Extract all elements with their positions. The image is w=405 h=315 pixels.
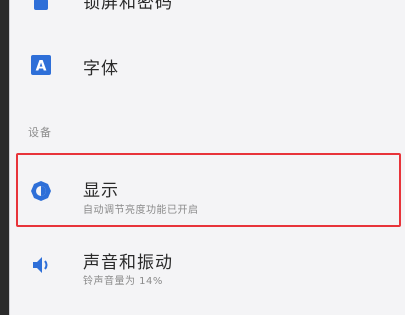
settings-item-label: 锁屏和密码 — [83, 0, 173, 13]
settings-item-subtitle: 自动调节亮度功能已开启 — [83, 205, 199, 216]
brightness-icon — [28, 178, 54, 204]
settings-item-subtitle: 铃声音量为 14% — [83, 276, 163, 287]
svg-text:A: A — [36, 59, 47, 75]
settings-item-display[interactable]: 显示 自动调节亮度功能已开启 — [10, 160, 405, 220]
settings-screen: 锁屏和密码 A 字体 设备 显示 自动调节亮度功能已开启 声音和振动 铃声音量为… — [9, 0, 405, 315]
settings-item-font[interactable]: A 字体 — [10, 42, 405, 88]
settings-item-label: 声音和振动 — [83, 253, 173, 273]
settings-item-lock[interactable]: 锁屏和密码 — [10, 0, 405, 16]
speaker-icon — [28, 252, 54, 278]
font-letter-a-icon: A — [28, 52, 54, 78]
settings-item-label: 显示 — [83, 181, 119, 201]
section-header-device: 设备 — [28, 126, 52, 139]
lock-icon — [28, 0, 54, 14]
settings-item-label: 字体 — [83, 59, 119, 79]
settings-item-sound[interactable]: 声音和振动 铃声音量为 14% — [10, 240, 405, 300]
